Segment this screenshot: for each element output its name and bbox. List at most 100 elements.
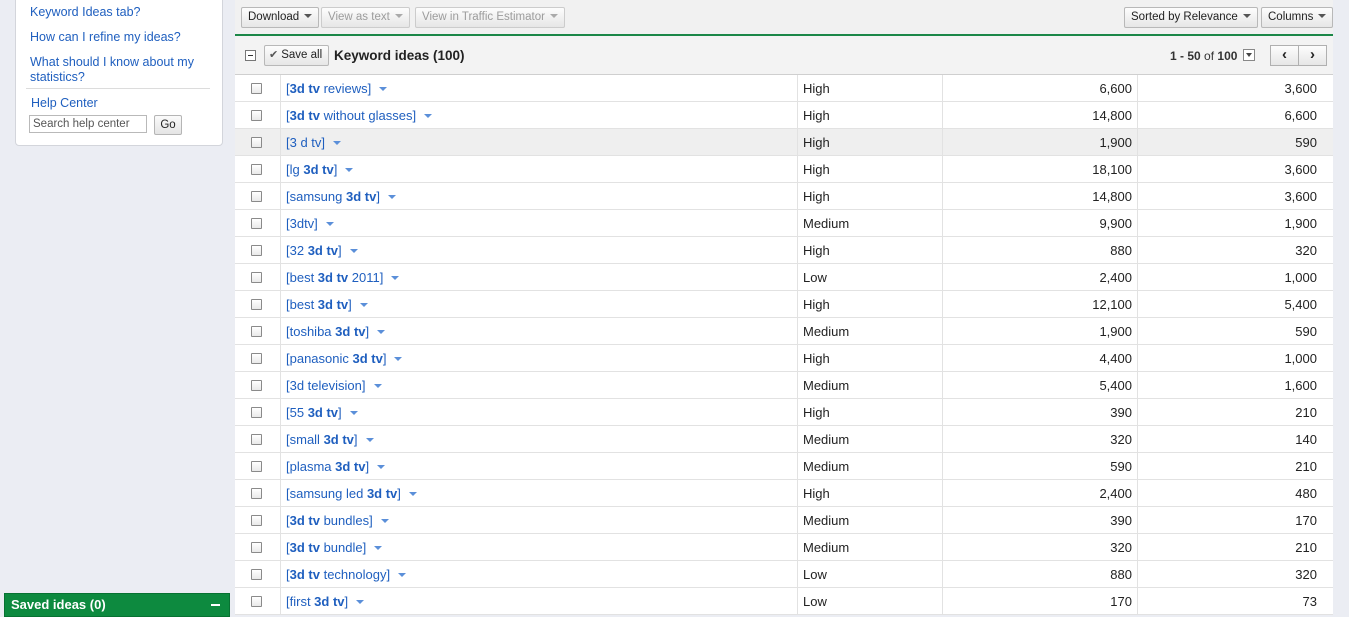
keyword-link[interactable]: [32 3d tv]: [286, 243, 358, 258]
keyword-text: [32: [286, 243, 308, 258]
row-checkbox[interactable]: [251, 83, 262, 94]
view-traffic-estimator-button[interactable]: View in Traffic Estimator: [415, 7, 565, 28]
column-divider: [942, 129, 943, 155]
chevron-down-icon[interactable]: [333, 140, 342, 145]
keyword-link[interactable]: [3d tv without glasses]: [286, 108, 433, 123]
help-link-keyword-ideas-tab[interactable]: Keyword Ideas tab?: [30, 5, 141, 20]
keyword-link[interactable]: [3d tv bundles]: [286, 513, 389, 528]
global-searches-value: 14,800: [1092, 108, 1132, 123]
columns-dropdown[interactable]: Columns: [1261, 7, 1334, 28]
keyword-text: ]: [397, 486, 401, 501]
keyword-link[interactable]: [3d tv reviews]: [286, 81, 388, 96]
help-center-link[interactable]: Help Center: [31, 96, 98, 111]
row-checkbox[interactable]: [251, 164, 262, 175]
keyword-text: [first: [286, 594, 315, 609]
keyword-link[interactable]: [first 3d tv]: [286, 594, 365, 609]
keyword-link[interactable]: [plasma 3d tv]: [286, 459, 386, 474]
keyword-link[interactable]: [3dtv]: [286, 216, 334, 231]
help-link-statistics-cont[interactable]: statistics?: [30, 70, 85, 85]
row-checkbox[interactable]: [251, 299, 262, 310]
column-divider: [942, 75, 943, 101]
keyword-link[interactable]: [55 3d tv]: [286, 405, 358, 420]
chevron-down-icon[interactable]: [349, 410, 358, 415]
row-checkbox[interactable]: [251, 596, 262, 607]
keyword-link[interactable]: [samsung led 3d tv]: [286, 486, 417, 501]
row-checkbox[interactable]: [251, 569, 262, 580]
chevron-down-icon[interactable]: [325, 221, 334, 226]
collapse-icon[interactable]: [245, 50, 256, 61]
row-checkbox[interactable]: [251, 272, 262, 283]
keyword-text: [plasma: [286, 459, 336, 474]
row-checkbox[interactable]: [251, 110, 262, 121]
keyword-text: ]: [365, 459, 370, 474]
go-button[interactable]: Go: [154, 115, 182, 135]
chevron-down-icon[interactable]: [349, 248, 358, 253]
help-link-statistics[interactable]: What should I know about my: [30, 55, 194, 70]
chevron-down-icon[interactable]: [359, 302, 368, 307]
saved-ideas-bar[interactable]: Saved ideas (0): [4, 593, 230, 617]
row-checkbox[interactable]: [251, 218, 262, 229]
chevron-down-icon[interactable]: [374, 545, 383, 550]
view-as-text-button[interactable]: View as text: [321, 7, 410, 28]
search-help-input[interactable]: [29, 115, 147, 133]
chevron-down-icon[interactable]: [391, 275, 400, 280]
chevron-down-icon[interactable]: [380, 518, 389, 523]
next-page-button[interactable]: ›: [1298, 45, 1327, 66]
row-checkbox[interactable]: [251, 326, 262, 337]
chevron-down-icon[interactable]: [365, 437, 374, 442]
help-link-refine-ideas[interactable]: How can I refine my ideas?: [30, 30, 181, 45]
row-checkbox[interactable]: [251, 407, 262, 418]
local-searches-value: 590: [1295, 135, 1317, 150]
row-checkbox[interactable]: [251, 515, 262, 526]
row-checkbox[interactable]: [251, 137, 262, 148]
keyword-link[interactable]: [small 3d tv]: [286, 432, 374, 447]
pager-dropdown-icon[interactable]: [1243, 49, 1255, 61]
keyword-link[interactable]: [3d television]: [286, 378, 382, 393]
row-checkbox[interactable]: [251, 353, 262, 364]
keyword-link[interactable]: [best 3d tv]: [286, 297, 368, 312]
chevron-down-icon[interactable]: [408, 491, 417, 496]
column-divider: [942, 237, 943, 263]
table-row: [samsung led 3d tv] High 2,400 480: [235, 480, 1333, 507]
keyword-link[interactable]: [samsung 3d tv]: [286, 189, 396, 204]
column-divider: [1137, 129, 1138, 155]
chevron-down-icon[interactable]: [373, 383, 382, 388]
chevron-down-icon[interactable]: [377, 464, 386, 469]
chevron-down-icon[interactable]: [387, 194, 396, 199]
column-divider: [797, 399, 798, 425]
save-all-button[interactable]: ✔ Save all: [264, 45, 330, 66]
keyword-link[interactable]: [3d tv technology]: [286, 567, 407, 582]
chevron-down-icon[interactable]: [424, 113, 433, 118]
row-checkbox[interactable]: [251, 191, 262, 202]
sort-dropdown[interactable]: Sorted by Relevance: [1124, 7, 1258, 28]
row-checkbox[interactable]: [251, 380, 262, 391]
keyword-link[interactable]: [3 d tv]: [286, 135, 342, 150]
keyword-link[interactable]: [lg 3d tv]: [286, 162, 354, 177]
keyword-link[interactable]: [panasonic 3d tv]: [286, 351, 403, 366]
chevron-down-icon[interactable]: [398, 572, 407, 577]
column-divider: [797, 264, 798, 290]
minus-icon[interactable]: [211, 604, 220, 606]
keyword-link[interactable]: [3d tv bundle]: [286, 540, 383, 555]
row-checkbox[interactable]: [251, 488, 262, 499]
global-searches-value: 320: [1110, 432, 1132, 447]
download-button[interactable]: Download: [241, 7, 320, 28]
row-checkbox[interactable]: [251, 461, 262, 472]
row-checkbox[interactable]: [251, 434, 262, 445]
row-checkbox[interactable]: [251, 542, 262, 553]
column-divider: [797, 237, 798, 263]
chevron-down-icon[interactable]: [394, 356, 403, 361]
global-searches-value: 880: [1110, 567, 1132, 582]
row-checkbox[interactable]: [251, 245, 262, 256]
keyword-link[interactable]: [toshiba 3d tv]: [286, 324, 386, 339]
local-searches-value: 3,600: [1284, 189, 1317, 204]
chevron-down-icon[interactable]: [345, 167, 354, 172]
chevron-down-icon[interactable]: [379, 86, 388, 91]
keyword-text: ]: [376, 189, 380, 204]
column-divider: [280, 426, 281, 452]
chevron-down-icon[interactable]: [377, 329, 386, 334]
chevron-down-icon[interactable]: [356, 599, 365, 604]
keyword-link[interactable]: [best 3d tv 2011]: [286, 270, 400, 285]
column-divider: [280, 156, 281, 182]
prev-page-button[interactable]: ‹: [1270, 45, 1299, 66]
